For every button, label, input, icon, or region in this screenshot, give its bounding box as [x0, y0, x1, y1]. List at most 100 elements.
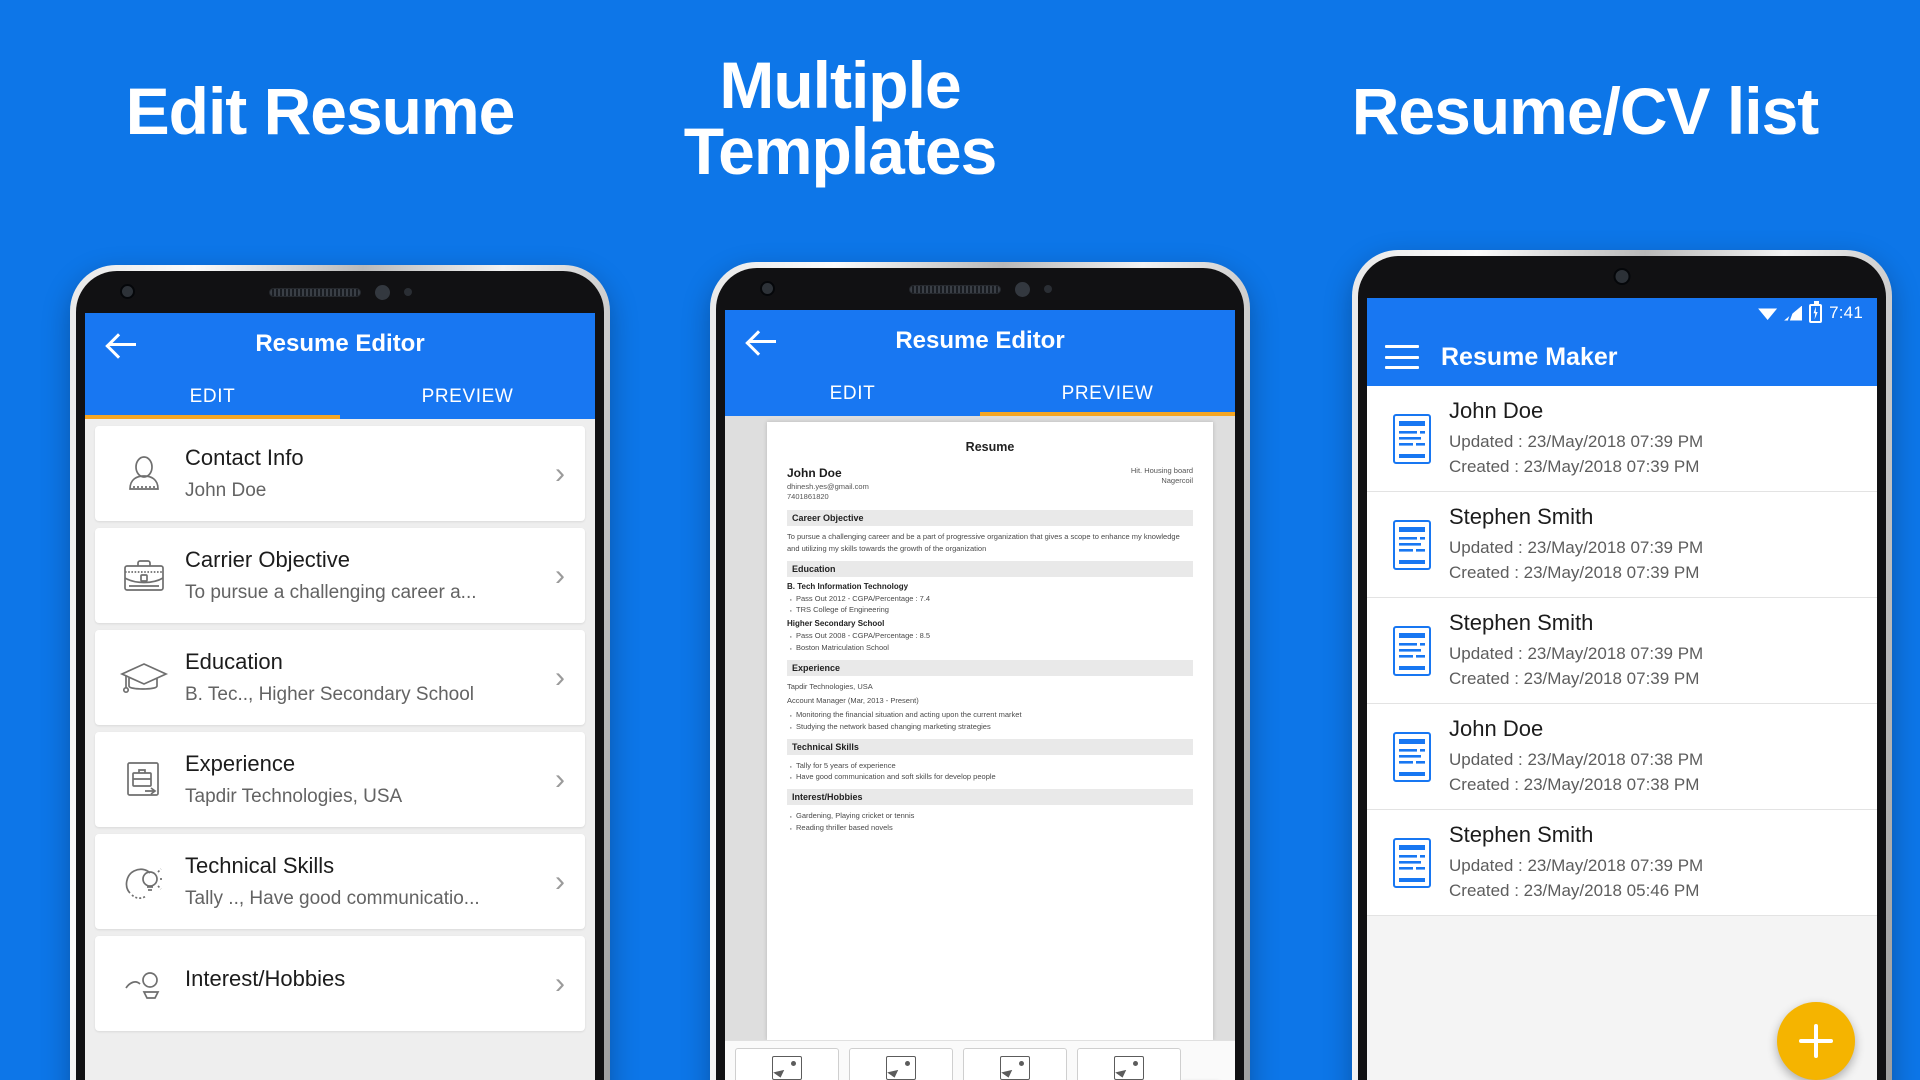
- phone1-screen: Resume Editor EDIT PREVIEW Contact Info …: [85, 313, 595, 1080]
- front-camera-icon: [1613, 268, 1631, 285]
- list-item-title: Interest/Hobbies: [185, 966, 346, 991]
- phone3-appbar: Resume Maker: [1367, 328, 1877, 386]
- resume-entry-title: Higher Secondary School: [787, 619, 885, 629]
- android-status-bar: 7:41: [1367, 298, 1877, 328]
- front-camera-icon: [120, 284, 135, 299]
- table-row[interactable]: Stephen Smith Updated : 23/May/2018 07:3…: [1367, 810, 1877, 916]
- resume-bullet: Boston Matriculation School: [787, 640, 1193, 657]
- hamburger-menu-icon[interactable]: [1385, 345, 1419, 369]
- proximity-sensor-icon: [374, 284, 390, 300]
- chevron-right-icon: ›: [555, 762, 565, 796]
- table-row[interactable]: John Doe Updated : 23/May/2018 07:39 PM …: [1367, 386, 1877, 492]
- resume-section-heading: Technical Skills: [787, 738, 1193, 755]
- proximity-sensor-icon: [1014, 281, 1030, 297]
- resume-updated: Updated : 23/May/2018 07:39 PM: [1449, 537, 1704, 557]
- document-icon: [1381, 412, 1443, 466]
- signal-icon: [1784, 306, 1802, 321]
- template-option-standard-caps[interactable]: Standard Caps: [849, 1047, 953, 1080]
- resume-document[interactable]: Resume John Doe dhinesh.yes@gmail.com 74…: [767, 422, 1213, 1040]
- earpiece-speaker-icon: [908, 284, 1001, 294]
- hobby-icon: [111, 964, 177, 1004]
- tab-preview[interactable]: PREVIEW: [340, 375, 595, 419]
- list-item[interactable]: Contact Info John Doe ›: [95, 426, 585, 521]
- menu-line: [1385, 355, 1419, 359]
- template-thumb-icon: [886, 1056, 916, 1080]
- person-icon: [111, 451, 177, 497]
- phone2-bezel: Resume Editor EDIT PREVIEW Resume John D…: [716, 268, 1244, 1080]
- template-option-standard-full[interactable]: Standard Full: [963, 1047, 1067, 1080]
- editor-tabs: EDIT PREVIEW: [725, 372, 1235, 416]
- list-item-subtitle: B. Tec.., Higher Secondary School: [185, 684, 475, 705]
- phone3-bezel: 7:41 Resume Maker John Doe Updated: 23/…: [1358, 256, 1886, 1080]
- resume-section-heading: Interest/Hobbies: [787, 789, 1193, 806]
- table-row[interactable]: Stephen Smith Updated : 23/May/2018 07:3…: [1367, 598, 1877, 704]
- tab-preview[interactable]: PREVIEW: [980, 372, 1235, 416]
- list-item-subtitle: Tapdir Technologies, USA: [185, 786, 403, 807]
- chevron-right-icon: ›: [555, 864, 565, 898]
- resume-created: Created : 23/May/2018 07:39 PM: [1449, 456, 1700, 476]
- table-row[interactable]: Stephen Smith Updated : 23/May/2018 07:3…: [1367, 492, 1877, 598]
- resume-sections-list: Contact Info John Doe › Carrier Objectiv…: [85, 419, 595, 1080]
- headline-multiple-templates: Multiple Templates: [683, 48, 998, 188]
- resume-bullet: TRS College of Engineering: [787, 603, 1193, 620]
- phone-mockup-preview: Resume Editor EDIT PREVIEW Resume John D…: [710, 262, 1250, 1080]
- resume-created: Created : 23/May/2018 07:38 PM: [1449, 774, 1700, 794]
- resume-entry-title: Tapdir Technologies, USA: [787, 681, 873, 691]
- app-title: Resume Maker: [1441, 342, 1618, 371]
- template-thumb-icon: [1114, 1056, 1144, 1080]
- resume-name: John Doe: [1449, 397, 1544, 423]
- status-bar-clock: 7:41: [1829, 303, 1863, 322]
- template-selector-bar: Standard Standard Caps Standard Full: [725, 1040, 1235, 1080]
- page-title: Resume Editor: [255, 330, 425, 357]
- list-item[interactable]: Interest/Hobbies ›: [95, 936, 585, 1031]
- template-option-standard[interactable]: Standard: [735, 1047, 839, 1080]
- earpiece-speaker-icon: [268, 287, 361, 297]
- phone3-screen: 7:41 Resume Maker John Doe Updated: 23/…: [1367, 298, 1877, 1080]
- resume-updated: Updated : 23/May/2018 07:39 PM: [1449, 643, 1704, 663]
- resume-bullet: Tally for 5 years of experience: [787, 759, 1193, 776]
- briefcase-icon: [111, 554, 177, 598]
- resume-bullet: Pass Out 2012 - CGPA/Percentage : 7.4: [787, 592, 1193, 609]
- front-camera-icon: [760, 281, 775, 296]
- resume-name: Stephen Smith: [1449, 821, 1594, 847]
- back-arrow-icon[interactable]: [103, 324, 143, 364]
- headline-resume-cv-list: Resume/CV list: [1351, 74, 1820, 148]
- phone1-bezel: Resume Editor EDIT PREVIEW Contact Info …: [76, 271, 604, 1080]
- headline-edit-resume: Edit Resume: [125, 74, 516, 148]
- resume-section-heading: Career Objective: [787, 510, 1193, 527]
- list-item-title: Experience: [185, 751, 296, 776]
- list-item[interactable]: Technical Skills Tally .., Have good com…: [95, 834, 585, 929]
- list-item[interactable]: Carrier Objective To pursue a challengin…: [95, 528, 585, 623]
- resume-address-line2: Nagercoil: [1161, 476, 1193, 486]
- resume-doc-title: Resume: [965, 440, 1015, 454]
- tab-edit[interactable]: EDIT: [725, 372, 980, 416]
- list-item-title: Carrier Objective: [185, 547, 351, 572]
- phone1-appbar: Resume Editor EDIT PREVIEW: [85, 313, 595, 419]
- resume-updated: Updated : 23/May/2018 07:39 PM: [1449, 431, 1704, 451]
- resume-updated: Updated : 23/May/2018 07:38 PM: [1449, 749, 1704, 769]
- resume-section-heading: Education: [787, 560, 1193, 577]
- list-item[interactable]: Education B. Tec.., Higher Secondary Sch…: [95, 630, 585, 725]
- phone1-top-sensors: [76, 271, 604, 313]
- list-item-subtitle: To pursue a challenging career a...: [185, 582, 477, 603]
- back-arrow-icon[interactable]: [743, 321, 783, 361]
- chevron-right-icon: ›: [555, 660, 565, 694]
- resume-updated: Updated : 23/May/2018 07:39 PM: [1449, 855, 1704, 875]
- phone-mockup-editor: Resume Editor EDIT PREVIEW Contact Info …: [70, 265, 610, 1080]
- resume-name: Stephen Smith: [1449, 503, 1594, 529]
- table-row[interactable]: John Doe Updated : 23/May/2018 07:38 PM …: [1367, 704, 1877, 810]
- phone2-screen: Resume Editor EDIT PREVIEW Resume John D…: [725, 310, 1235, 1080]
- list-item[interactable]: Experience Tapdir Technologies, USA ›: [95, 732, 585, 827]
- tab-edit[interactable]: EDIT: [85, 375, 340, 419]
- chevron-right-icon: ›: [555, 966, 565, 1000]
- resume-created: Created : 23/May/2018 07:39 PM: [1449, 562, 1700, 582]
- light-sensor-icon: [403, 288, 412, 296]
- editor-tabs: EDIT PREVIEW: [85, 375, 595, 419]
- resume-person-name: John Doe: [787, 466, 842, 480]
- resume-bullet: Monitoring the financial situation and a…: [787, 708, 1193, 725]
- template-option-bordered[interactable]: Bord: [1077, 1047, 1181, 1080]
- resume-bullet: Pass Out 2008 - CGPA/Percentage : 8.5: [787, 629, 1193, 646]
- resume-address-line1: Hit. Housing board: [1130, 466, 1193, 475]
- list-item-title: Contact Info: [185, 445, 304, 470]
- add-resume-button[interactable]: [1777, 1002, 1855, 1080]
